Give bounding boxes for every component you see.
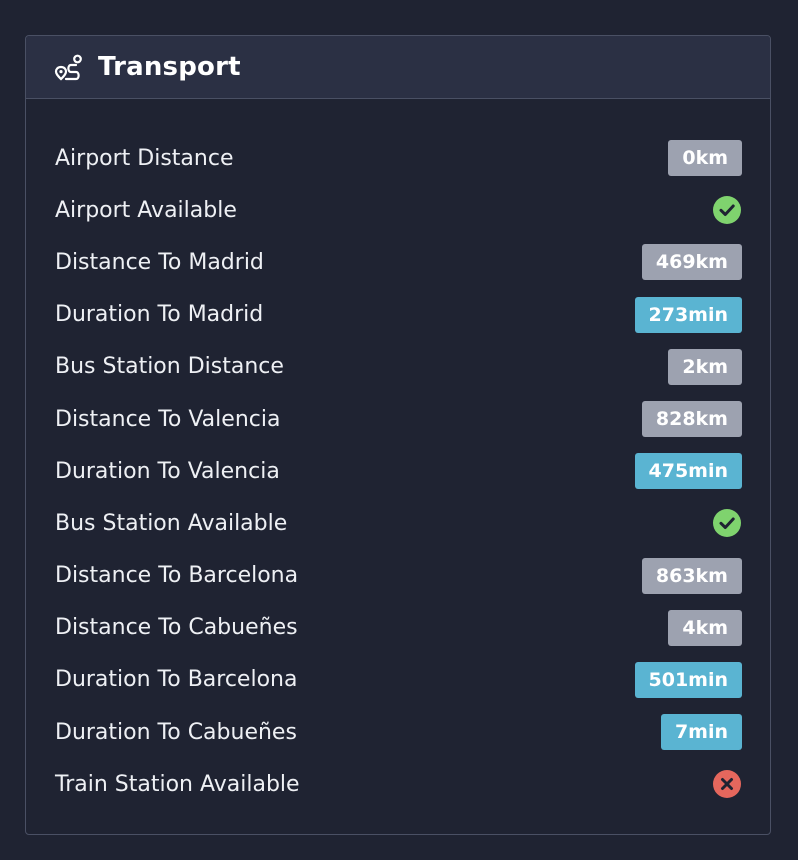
value-badge: 7min <box>660 714 742 751</box>
row-label: Duration To Madrid <box>55 302 264 328</box>
transport-card: Transport Airport Distance 0km Airport A… <box>25 35 771 835</box>
list-item: Bus Station Available <box>55 497 742 549</box>
row-label: Duration To Barcelona <box>55 667 298 693</box>
list-item: Train Station Available <box>55 758 742 810</box>
value-badge: 501min <box>634 661 742 698</box>
row-label: Duration To Valencia <box>55 458 280 484</box>
row-label: Distance To Barcelona <box>55 563 299 589</box>
value-badge: 273min <box>634 296 742 333</box>
row-label: Duration To Cabueñes <box>55 719 297 745</box>
list-item: Airport Distance 0km <box>55 132 742 184</box>
row-label: Airport Available <box>55 197 237 223</box>
row-label: Train Station Available <box>55 771 300 797</box>
row-label: Bus Station Available <box>55 510 288 536</box>
check-circle-icon <box>712 195 742 225</box>
list-item: Airport Available <box>55 184 742 236</box>
value-badge: 0km <box>668 140 742 177</box>
x-circle-icon <box>712 769 742 799</box>
value-badge: 469km <box>641 244 742 281</box>
card-header: Transport <box>26 36 770 99</box>
value-badge: 863km <box>641 557 742 594</box>
list-item: Duration To Barcelona 501min <box>55 654 742 706</box>
value-badge: 475min <box>634 453 742 490</box>
list-item: Distance To Cabueñes 4km <box>55 602 742 654</box>
transport-list: Airport Distance 0km Airport Available D… <box>55 132 742 810</box>
list-item: Duration To Madrid 273min <box>55 289 742 341</box>
list-item: Distance To Madrid 469km <box>55 236 742 288</box>
row-label: Bus Station Distance <box>55 354 284 380</box>
card-title: Transport <box>98 52 241 82</box>
row-label: Distance To Madrid <box>55 249 264 275</box>
route-icon <box>54 52 84 82</box>
list-item: Distance To Valencia 828km <box>55 393 742 445</box>
list-item: Duration To Cabueñes 7min <box>55 706 742 758</box>
value-badge: 4km <box>668 609 742 646</box>
list-item: Duration To Valencia 475min <box>55 445 742 497</box>
value-badge: 828km <box>641 401 742 438</box>
row-label: Airport Distance <box>55 145 234 171</box>
check-circle-icon <box>712 508 742 538</box>
list-item: Distance To Barcelona 863km <box>55 550 742 602</box>
list-item: Bus Station Distance 2km <box>55 341 742 393</box>
row-label: Distance To Cabueñes <box>55 615 298 641</box>
row-label: Distance To Valencia <box>55 406 281 432</box>
value-badge: 2km <box>668 348 742 385</box>
